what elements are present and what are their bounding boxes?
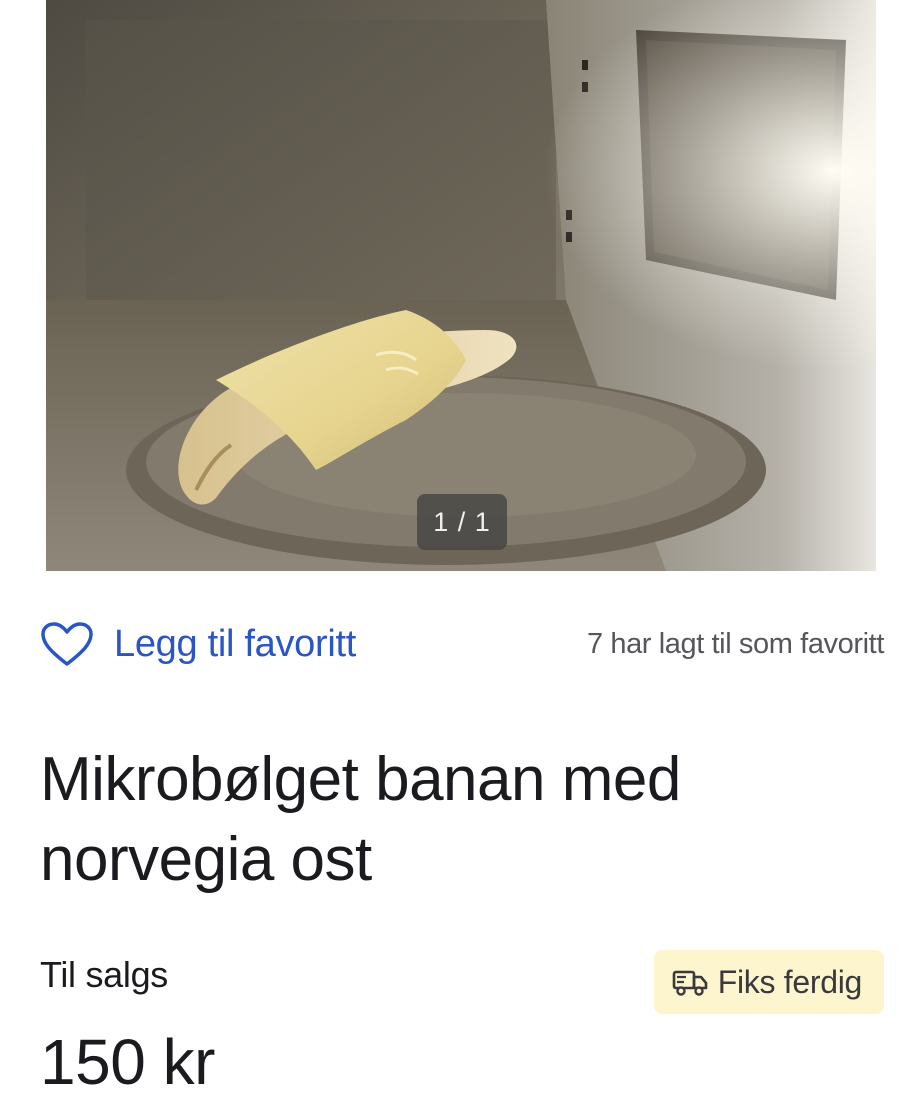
heart-outline-icon xyxy=(41,622,93,666)
shipping-badge-label: Fiks ferdig xyxy=(717,963,863,1000)
shipping-badge[interactable]: Fiks ferdig xyxy=(653,950,884,1014)
listing-price: 150 kr xyxy=(40,1026,215,1098)
favorite-count-text: 7 har lagt til som favoritt xyxy=(586,628,884,660)
listing-photo[interactable]: 1 / 1 xyxy=(46,0,876,571)
favorite-row: Legg til favoritt 7 har lagt til som fav… xyxy=(40,612,884,676)
photo-counter: 1 / 1 xyxy=(417,494,507,550)
add-to-favorites-label: Legg til favoritt xyxy=(114,622,357,665)
sale-status: Til salgs xyxy=(40,954,168,995)
add-to-favorites-button[interactable]: Legg til favoritt xyxy=(40,612,356,676)
microwave-banana-image xyxy=(46,0,876,571)
delivery-truck-icon xyxy=(672,970,708,996)
listing-title: Mikrobølget banan med norvegia ost xyxy=(40,745,681,894)
